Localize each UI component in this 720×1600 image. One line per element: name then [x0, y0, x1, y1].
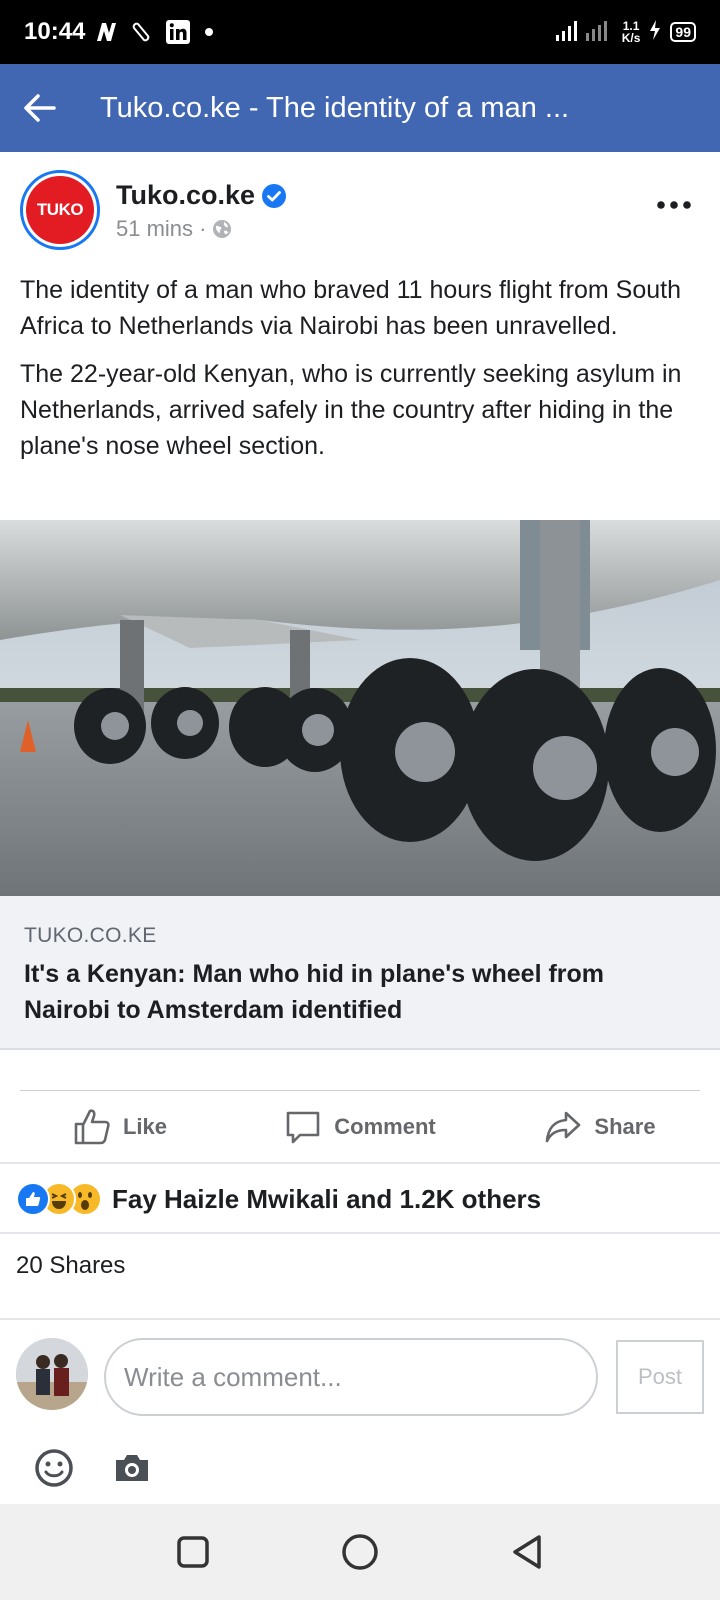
- page-name[interactable]: Tuko.co.ke: [116, 180, 255, 211]
- camera-icon: [116, 1455, 148, 1481]
- shares-count[interactable]: 20 Shares: [16, 1252, 125, 1280]
- post-header: TUKO Tuko.co.ke 51 mins ·: [0, 170, 720, 252]
- comment-label: Comment: [334, 1114, 436, 1139]
- reactions-text[interactable]: Fay Haizle Mwikali and 1.2K others: [112, 1184, 541, 1215]
- share-icon: [546, 1111, 581, 1143]
- share-label: Share: [594, 1114, 656, 1139]
- net-speed-unit: K/s: [621, 31, 641, 45]
- like-label: Like: [122, 1114, 168, 1139]
- back-nav-button[interactable]: [497, 1522, 557, 1582]
- more-options-button[interactable]: [654, 190, 694, 220]
- globe-icon: [213, 220, 232, 238]
- post-comment-button[interactable]: Post: [616, 1340, 704, 1414]
- status-bar: 10:44 1.1 K/s 99: [0, 0, 720, 64]
- battery-level: 99: [670, 22, 696, 42]
- user-avatar[interactable]: [16, 1338, 88, 1410]
- emoji-button[interactable]: [32, 1446, 76, 1490]
- comment-input[interactable]: [104, 1338, 598, 1416]
- reactions-summary[interactable]: Fay Haizle Mwikali and 1.2K others: [16, 1176, 541, 1222]
- back-button[interactable]: [0, 64, 80, 152]
- signal-icon: [554, 17, 614, 48]
- comment-button[interactable]: Comment: [240, 1092, 480, 1162]
- back-arrow-icon: [24, 94, 56, 122]
- status-time: 10:44: [24, 18, 86, 45]
- post-paragraph: The 22-year-old Kenyan, who is currently…: [20, 360, 682, 460]
- post-text: The identity of a man who braved 11 hour…: [20, 272, 700, 476]
- camera-button[interactable]: [110, 1446, 154, 1490]
- post-actions: Like Comment Share: [0, 1092, 720, 1162]
- divider: [0, 1232, 720, 1234]
- page-avatar-logo: TUKO: [26, 176, 94, 244]
- post-image[interactable]: [0, 520, 720, 896]
- share-button[interactable]: Share: [480, 1092, 720, 1162]
- comment-row: Post: [0, 1336, 720, 1420]
- square-nav-icon: [177, 1536, 210, 1568]
- circle-nav-icon: [342, 1534, 378, 1570]
- n-icon: [93, 19, 119, 45]
- like-reaction-icon: [16, 1182, 50, 1216]
- home-button[interactable]: [330, 1522, 390, 1582]
- more-icon: [657, 201, 691, 209]
- comment-icon: [286, 1111, 320, 1144]
- app-title: Tuko.co.ke - The identity of a man ...: [100, 91, 570, 124]
- emoji-icon: [35, 1449, 73, 1487]
- divider: [0, 1162, 720, 1164]
- like-icon: [74, 1109, 110, 1145]
- charging-icon: [648, 19, 662, 46]
- page-avatar[interactable]: TUKO: [20, 170, 100, 250]
- recents-button[interactable]: [163, 1522, 223, 1582]
- net-speed: 1.1 K/s: [622, 20, 641, 44]
- alarm-icon: [129, 19, 155, 45]
- divider: [0, 1318, 720, 1320]
- comment-tools: [0, 1446, 720, 1496]
- action-divider: [20, 1090, 700, 1091]
- verified-icon: [262, 183, 287, 208]
- notification-dot: [205, 28, 214, 36]
- app-bar: Tuko.co.ke - The identity of a man ...: [0, 64, 720, 152]
- link-preview[interactable]: TUKO.CO.KE It's a Kenyan: Man who hid in…: [0, 896, 720, 1050]
- system-nav-bar: [0, 1504, 720, 1600]
- link-domain: TUKO.CO.KE: [24, 924, 157, 947]
- linkedin-icon: [165, 19, 191, 45]
- link-title: It's a Kenyan: Man who hid in plane's wh…: [24, 960, 605, 1024]
- post-time[interactable]: 51 mins ·: [116, 216, 206, 242]
- post-meta: 51 mins ·: [116, 216, 232, 242]
- triangle-nav-icon: [512, 1535, 541, 1569]
- post-paragraph: The identity of a man who braved 11 hour…: [20, 276, 682, 340]
- like-button[interactable]: Like: [0, 1092, 240, 1162]
